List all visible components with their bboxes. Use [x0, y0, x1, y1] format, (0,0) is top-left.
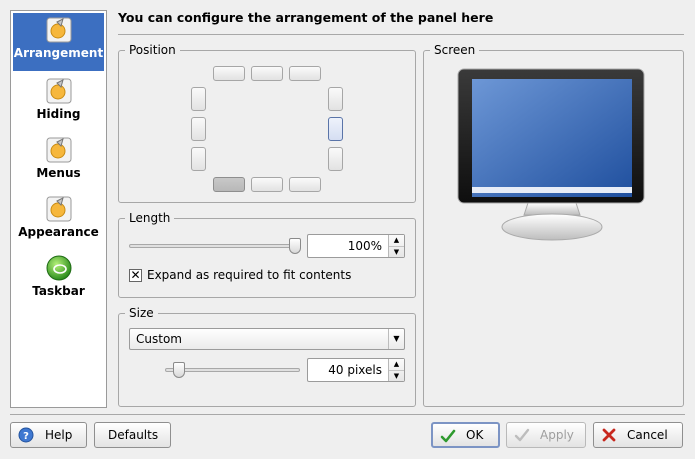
- cancel-icon: [602, 428, 616, 442]
- position-left-top-button[interactable]: [191, 87, 206, 111]
- ok-button[interactable]: OK: [431, 422, 500, 448]
- screen-group: Screen: [423, 43, 684, 407]
- size-pixels-spinbox[interactable]: 40 pixels ▲ ▼: [307, 358, 405, 382]
- spin-down-icon[interactable]: ▼: [389, 370, 404, 381]
- apply-check-icon: [514, 428, 530, 442]
- expand-checkbox[interactable]: ✕: [129, 269, 142, 282]
- check-icon: [440, 429, 456, 443]
- position-right-bottom-button[interactable]: [328, 147, 343, 171]
- size-slider-track[interactable]: [165, 368, 300, 372]
- position-left-bottom-button[interactable]: [191, 147, 206, 171]
- sidebar-item-label: Arrangement: [13, 46, 104, 60]
- help-button-label: Help: [45, 428, 73, 442]
- size-group: Size Custom ▼ 40 pixels ▲ ▼: [118, 306, 416, 407]
- spin-up-icon[interactable]: ▲: [389, 359, 404, 370]
- sidebar: Arrangement Hiding Menus Appearance Task…: [10, 10, 107, 408]
- spin-up-icon[interactable]: ▲: [389, 235, 404, 246]
- apply-button[interactable]: Apply: [506, 422, 586, 448]
- size-pixels-value: 40 pixels: [328, 363, 382, 377]
- appearance-icon: [46, 196, 71, 222]
- size-combobox[interactable]: Custom ▼: [129, 328, 405, 350]
- length-group-title: Length: [125, 211, 175, 225]
- help-icon: ?: [18, 427, 34, 443]
- cancel-button[interactable]: Cancel: [593, 422, 683, 448]
- position-right-top-button[interactable]: [328, 87, 343, 111]
- chevron-down-icon[interactable]: ▼: [388, 329, 404, 349]
- monitor-preview-icon: [457, 68, 645, 241]
- position-bottom-right-button[interactable]: [289, 177, 321, 192]
- position-bottom-center-button[interactable]: [251, 177, 283, 192]
- size-slider-handle[interactable]: [173, 362, 185, 378]
- screen-group-title: Screen: [430, 43, 480, 57]
- position-top-right-button[interactable]: [289, 66, 321, 81]
- length-slider-handle[interactable]: [289, 238, 301, 254]
- length-slider-track[interactable]: [129, 244, 299, 248]
- taskbar-icon: [46, 255, 71, 281]
- position-right-center-button[interactable]: [328, 117, 343, 141]
- sidebar-item-label: Taskbar: [32, 284, 85, 298]
- sidebar-item-appearance[interactable]: Appearance: [13, 192, 104, 250]
- length-value: 100%: [347, 239, 382, 253]
- position-top-left-button[interactable]: [213, 66, 245, 81]
- length-group: Length 100% ▲ ▼ ✕ Expand as required to …: [118, 211, 416, 298]
- ok-button-label: OK: [466, 428, 484, 442]
- size-group-title: Size: [125, 306, 158, 320]
- size-combobox-value: Custom: [136, 332, 182, 346]
- spin-down-icon[interactable]: ▼: [389, 246, 404, 257]
- expand-checkbox-label: Expand as required to fit contents: [147, 268, 352, 282]
- length-spinbox[interactable]: 100% ▲ ▼: [307, 234, 405, 258]
- divider: [10, 414, 685, 415]
- apply-button-label: Apply: [540, 428, 574, 442]
- arrangement-icon: [46, 17, 71, 43]
- sidebar-item-label: Hiding: [36, 107, 81, 121]
- cancel-button-label: Cancel: [627, 428, 668, 442]
- hiding-icon: [46, 78, 71, 104]
- defaults-button[interactable]: Defaults: [94, 422, 171, 448]
- help-button[interactable]: ? Help: [10, 422, 87, 448]
- svg-text:?: ?: [23, 431, 29, 442]
- sidebar-item-hiding[interactable]: Hiding: [13, 74, 104, 132]
- size-spin-arrows[interactable]: ▲ ▼: [388, 359, 404, 381]
- position-group-title: Position: [125, 43, 180, 57]
- sidebar-item-menus[interactable]: Menus: [13, 133, 104, 191]
- divider: [118, 34, 684, 35]
- position-group: Position: [118, 43, 416, 203]
- length-spin-arrows[interactable]: ▲ ▼: [388, 235, 404, 257]
- menus-icon: [46, 137, 71, 163]
- position-top-center-button[interactable]: [251, 66, 283, 81]
- defaults-button-label: Defaults: [108, 428, 159, 442]
- sidebar-item-label: Menus: [36, 166, 81, 180]
- page-title: You can configure the arrangement of the…: [118, 10, 494, 25]
- sidebar-item-label: Appearance: [18, 225, 99, 239]
- sidebar-item-taskbar[interactable]: Taskbar: [13, 251, 104, 309]
- position-left-center-button[interactable]: [191, 117, 206, 141]
- position-bottom-left-button[interactable]: [213, 177, 245, 192]
- sidebar-item-arrangement[interactable]: Arrangement: [13, 13, 104, 71]
